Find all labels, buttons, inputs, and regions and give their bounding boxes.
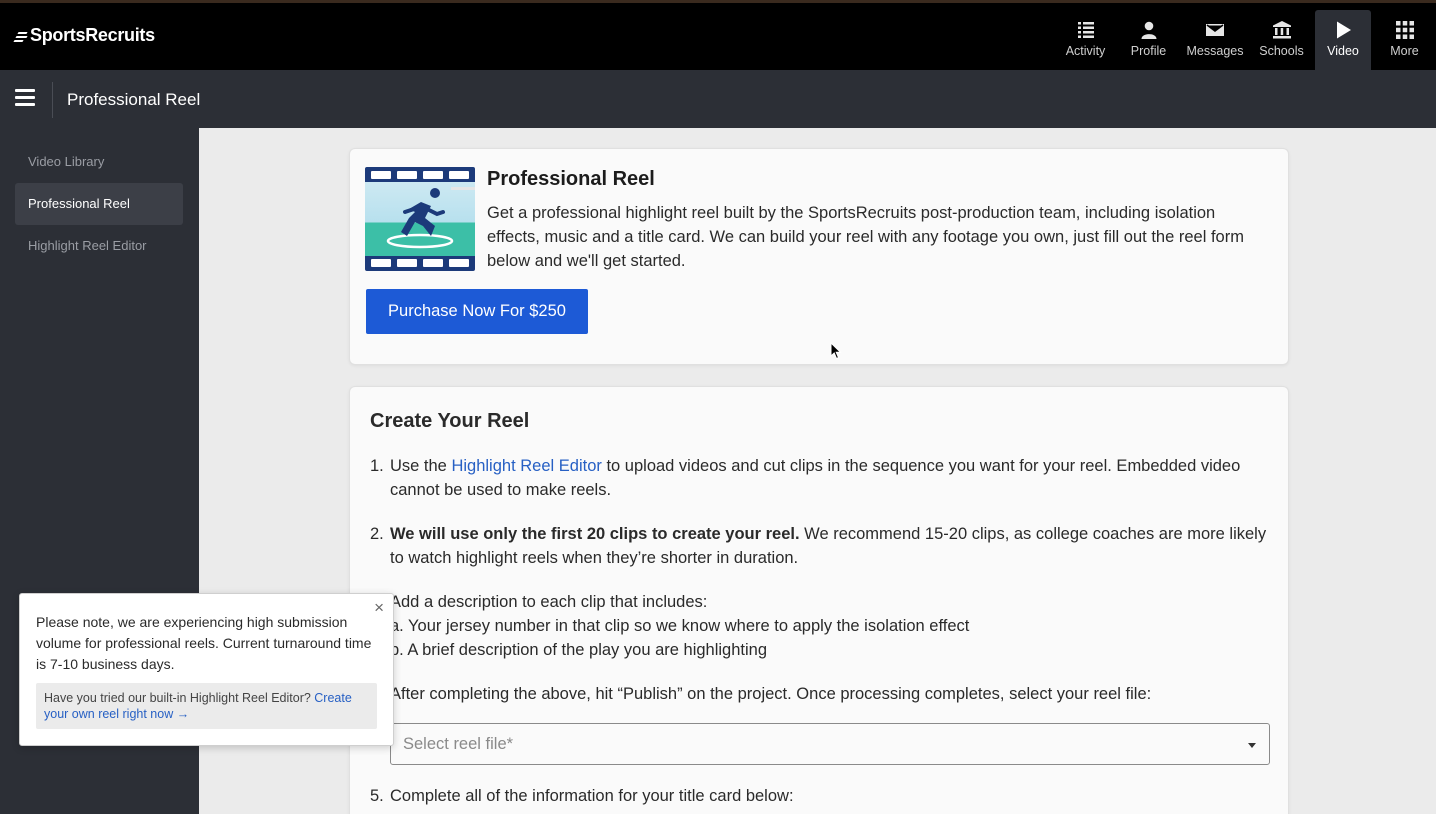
- reel-file-select-placeholder: Select reel file*: [403, 735, 514, 753]
- envelope-icon: [1206, 24, 1224, 36]
- nav-item-activity[interactable]: Activity: [1054, 10, 1117, 70]
- header-divider: [52, 82, 53, 118]
- sidebar-item-highlight-reel-editor[interactable]: Highlight Reel Editor: [15, 225, 183, 267]
- step-4-text: After completing the above, hit “Publish…: [390, 685, 1152, 703]
- nav-label-video: Video: [1327, 44, 1359, 58]
- card-title: Professional Reel: [487, 168, 655, 190]
- purchase-button[interactable]: Purchase Now For $250: [366, 289, 588, 334]
- mouse-cursor-icon: [830, 342, 842, 360]
- step-3: 3. Add a description to each clip that i…: [370, 590, 1270, 662]
- runner-icon: [386, 187, 475, 249]
- step-1-text-before: Use the: [390, 457, 452, 475]
- nav-item-profile[interactable]: Profile: [1117, 10, 1180, 70]
- hamburger-menu-icon[interactable]: [15, 89, 35, 107]
- nav-item-more[interactable]: More: [1373, 10, 1436, 70]
- reel-file-select[interactable]: Select reel file*: [390, 723, 1270, 765]
- nav-item-video[interactable]: Video: [1315, 10, 1371, 70]
- popup-editor-suggestion: Have you tried our built-in Highlight Re…: [36, 683, 377, 729]
- professional-reel-card: Professional Reel Get a professional hig…: [349, 148, 1289, 365]
- top-nav-items: Activity Profile Messages Schools Video …: [1054, 10, 1436, 70]
- nav-label-messages: Messages: [1186, 44, 1244, 58]
- step-5-text: Complete all of the information for your…: [390, 787, 794, 805]
- sidebar-item-video-library[interactable]: Video Library: [15, 141, 183, 183]
- step-5-number: 5.: [370, 787, 384, 805]
- create-reel-title: Create Your Reel: [370, 410, 530, 432]
- reel-thumbnail-image: [365, 167, 475, 271]
- step-1-number: 1.: [370, 457, 384, 475]
- step-2: 2. We will use only the first 20 clips t…: [370, 522, 1270, 570]
- runner-scene: [365, 182, 475, 256]
- grid-icon: [1395, 21, 1414, 39]
- step-2-bold-text: We will use only the first 20 clips to c…: [390, 525, 800, 543]
- nav-label-profile: Profile: [1130, 44, 1167, 58]
- film-strip-top: [365, 168, 475, 182]
- film-strip-bottom: [365, 256, 475, 270]
- sub-header: Professional Reel: [0, 70, 1436, 128]
- list-icon: [1077, 22, 1094, 38]
- page-title: Professional Reel: [67, 90, 201, 109]
- step-1: 1. Use the Highlight Reel Editor to uplo…: [370, 454, 1270, 502]
- step-3-sub-a: a. Your jersey number in that clip so we…: [390, 617, 970, 635]
- popup-message: Please note, we are experiencing high su…: [36, 614, 372, 672]
- nav-item-messages[interactable]: Messages: [1180, 10, 1250, 70]
- step-3-text: Add a description to each clip that incl…: [390, 593, 708, 611]
- sidebar-item-professional-reel[interactable]: Professional Reel: [15, 183, 183, 225]
- turnaround-notice-popup: × Please note, we are experiencing high …: [19, 593, 394, 746]
- sportsrecruits-logo[interactable]: SportsRecruits: [13, 25, 155, 46]
- nav-item-schools[interactable]: Schools: [1250, 10, 1313, 70]
- card-description: Get a professional highlight reel built …: [487, 204, 1244, 270]
- step-4: 4. After completing the above, hit “Publ…: [370, 682, 1270, 706]
- popup-box-text: Have you tried our built-in Highlight Re…: [44, 691, 315, 705]
- create-reel-card: Create Your Reel 1. Use the Highlight Re…: [349, 386, 1289, 814]
- logo-text: SportsRecruits: [30, 25, 155, 45]
- play-icon: [1337, 21, 1351, 39]
- logo-mark-icon: [13, 30, 28, 42]
- person-icon: [1141, 21, 1156, 39]
- step-5: 5. Complete all of the information for y…: [370, 784, 1270, 808]
- top-navbar: SportsRecruits Activity Profile Messages…: [0, 0, 1436, 70]
- bank-icon: [1272, 21, 1291, 39]
- nav-label-schools: Schools: [1259, 44, 1304, 58]
- nav-label-activity: Activity: [1065, 44, 1106, 58]
- step-3-sub-b: b. A brief description of the play you a…: [390, 641, 767, 659]
- step-2-number: 2.: [370, 525, 384, 543]
- caret-down-icon: [1248, 743, 1256, 748]
- nav-label-more: More: [1390, 44, 1419, 58]
- highlight-reel-editor-link[interactable]: Highlight Reel Editor: [451, 457, 601, 475]
